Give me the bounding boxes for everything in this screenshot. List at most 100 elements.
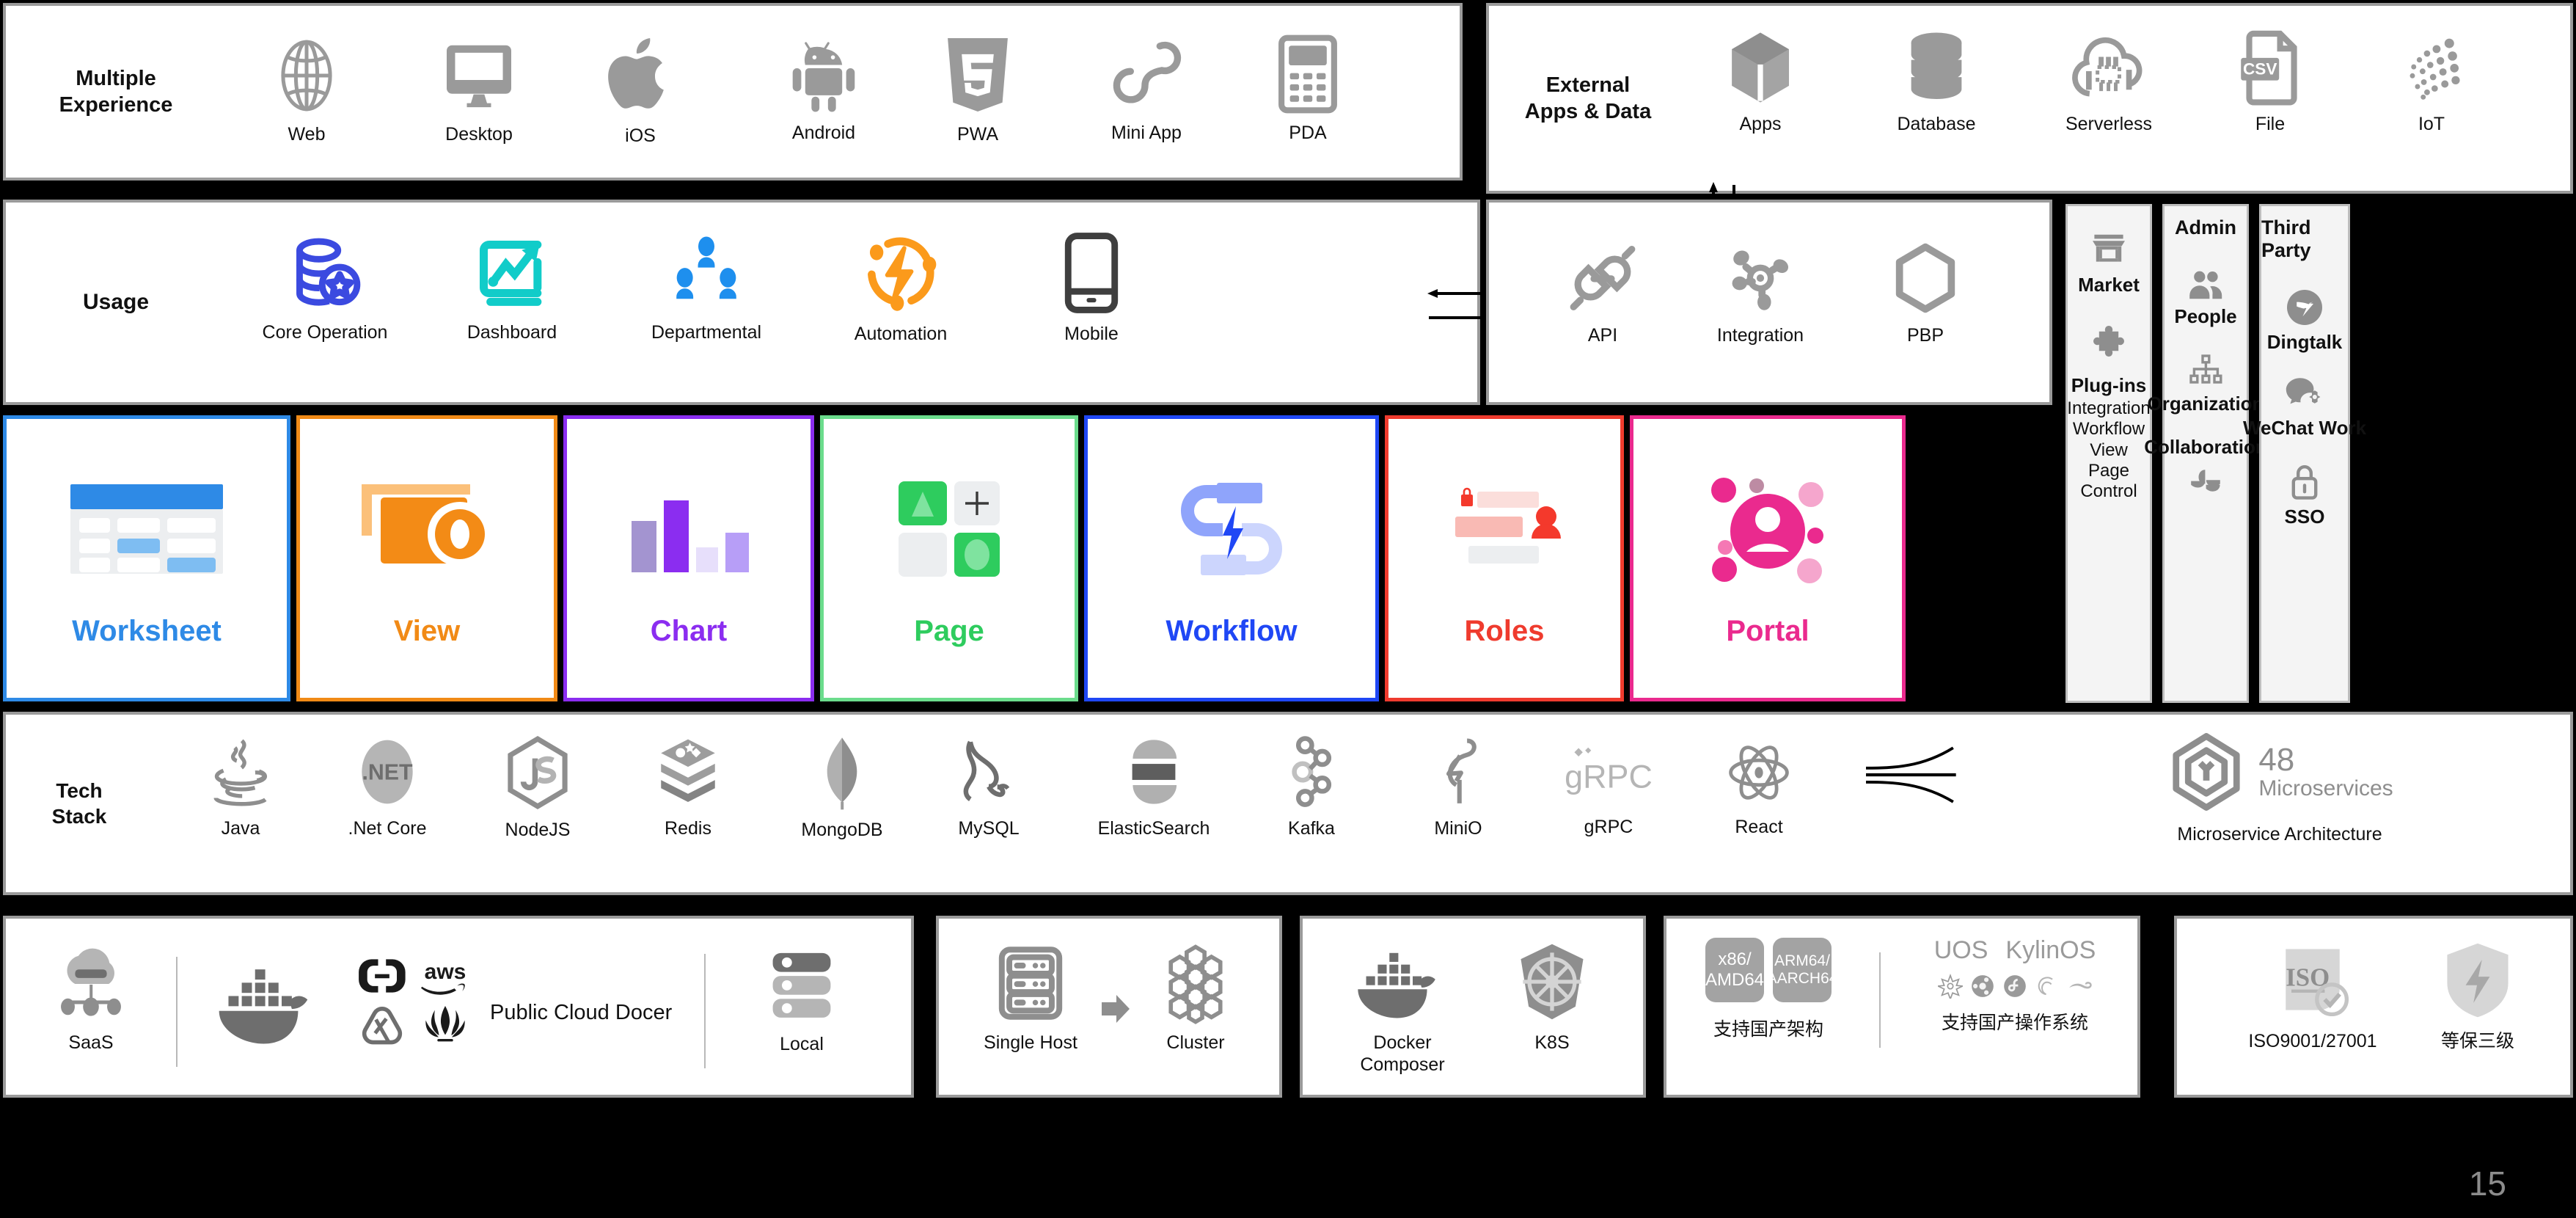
cell-web[interactable]: Web <box>248 35 365 145</box>
third-party-title: Third Party <box>2261 216 2311 261</box>
module-card-view[interactable]: View <box>296 415 557 701</box>
integration-node-icon <box>1721 239 1799 317</box>
mongodb-leaf-icon <box>813 734 871 812</box>
sso-label: SSO <box>2284 506 2325 528</box>
plugins-sub-workflow: Workflow <box>2072 419 2145 440</box>
sso-item[interactable]: SSO <box>2284 462 2325 528</box>
pda-device-icon <box>1276 34 1340 114</box>
cell-database[interactable]: Database <box>1870 29 2002 135</box>
svg-text:gRPC: gRPC <box>1565 757 1653 795</box>
os-names: UOS KylinOS <box>1934 936 2096 965</box>
cell-react[interactable]: React <box>1700 737 1818 838</box>
cell-label: MiniO <box>1434 818 1482 839</box>
cell-ios[interactable]: iOS <box>585 31 695 147</box>
admin-people-item[interactable]: People <box>2174 269 2237 328</box>
admin-collaboration-item[interactable]: Collaboration <box>2144 436 2267 503</box>
cell-departmental[interactable]: Departmental <box>622 232 791 343</box>
mobile-phone-icon <box>1061 230 1122 316</box>
cell-local[interactable]: Local <box>739 944 864 1055</box>
cell-elasticsearch[interactable]: ElasticSearch <box>1073 734 1234 839</box>
docker-whale-icon <box>211 954 329 1051</box>
cell-label: API <box>1587 325 1618 346</box>
module-card-workflow[interactable]: Workflow <box>1084 415 1379 701</box>
cell-apps[interactable]: Apps <box>1702 29 1819 135</box>
cell-architecture[interactable]: x86/ AMD64 ARM64/ AARCH64 支持国产架构 <box>1684 938 1853 1040</box>
server-stack-icon <box>992 942 1069 1024</box>
certifications-panel: ISO ISO9001/27001 等保三级 <box>2174 916 2573 1098</box>
cell-cluster[interactable]: Cluster <box>1137 942 1254 1054</box>
module-card-worksheet[interactable]: Worksheet <box>3 415 290 701</box>
svg-text:CSV: CSV <box>2243 59 2277 78</box>
module-label: Chart <box>650 614 728 647</box>
dingtalk-label: Dingtalk <box>2266 331 2343 353</box>
plugins-label: Plug-ins <box>2071 374 2147 396</box>
cell-iot[interactable]: IoT <box>2376 29 2487 135</box>
module-card-page[interactable]: Page <box>820 415 1078 701</box>
plugins-sub-page: Page <box>2087 460 2130 481</box>
admin-people-label: People <box>2174 305 2237 327</box>
kubernetes-helm-icon <box>1510 939 1595 1024</box>
cell-label: Apps <box>1739 114 1782 134</box>
cell-core-operation[interactable]: Core Operation <box>241 232 409 343</box>
cell-automation[interactable]: Automation <box>820 230 981 345</box>
cell-integration[interactable]: Integration <box>1680 239 1841 346</box>
module-label: Workflow <box>1166 614 1298 647</box>
plugins-sub-view: View <box>2090 440 2128 460</box>
api-plug-icon <box>1564 239 1642 317</box>
cell-docker-composer[interactable]: Docker Composer <box>1329 939 1476 1076</box>
puzzle-piece-icon <box>2090 326 2128 364</box>
cell-k8s[interactable]: K8S <box>1486 939 1618 1054</box>
cell-microservice-architecture[interactable]: 48 Microservices Microservice Architectu… <box>2133 731 2426 845</box>
cell-file[interactable]: CSV File <box>2215 29 2325 135</box>
cell-os-support[interactable]: UOS KylinOS 支持国产操作系统 <box>1901 936 2129 1034</box>
cell-dotnet-core[interactable]: .NET .Net Core <box>321 734 453 839</box>
cell-mongodb[interactable]: MongoDB <box>776 734 908 841</box>
java-cup-icon <box>205 734 276 810</box>
cell-label: Serverless <box>2065 114 2153 134</box>
pinwheel-icon <box>2187 466 2224 503</box>
plugins-sublist: Integration Workflow View Page Control <box>2067 398 2150 503</box>
wechat-work-item[interactable]: WeChat Work <box>2243 376 2366 440</box>
cell-label: Android <box>791 123 856 143</box>
cell-dashboard[interactable]: Dashboard <box>439 232 585 343</box>
scale-arrow-icon <box>1102 995 1130 1023</box>
cell-iso-cert[interactable]: ISO ISO9001/27001 <box>2221 938 2404 1052</box>
cell-nginx[interactable] <box>1847 741 1986 816</box>
multiple-experience-label: Multiple Experience <box>59 66 173 117</box>
apple-icon <box>600 31 681 117</box>
external-apps-data-label: External Apps & Data <box>1524 73 1652 123</box>
module-card-portal[interactable]: Portal <box>1630 415 1906 701</box>
plugins-item[interactable]: Plug-ins <box>2071 326 2147 397</box>
cell-saas[interactable]: SaaS <box>32 944 150 1054</box>
cell-pwa[interactable]: PWA <box>923 34 1033 145</box>
cell-pbp[interactable]: PBP <box>1870 239 1980 346</box>
dingtalk-item[interactable]: Dingtalk <box>2266 288 2343 354</box>
cell-java[interactable]: Java <box>182 734 299 839</box>
cell-label: Single Host <box>984 1032 1077 1053</box>
cell-minio[interactable]: MiniO <box>1399 734 1517 839</box>
module-card-chart[interactable]: Chart <box>563 415 814 701</box>
cell-serverless[interactable]: Serverless <box>2039 29 2178 135</box>
cell-android[interactable]: Android <box>754 35 893 144</box>
cell-mysql[interactable]: MySQL <box>930 734 1047 839</box>
cell-kafka[interactable]: Kafka <box>1253 734 1370 839</box>
cell-redis[interactable]: Redis <box>629 734 747 839</box>
cell-security-level-cert[interactable]: 等保三级 <box>2412 938 2544 1052</box>
admin-panel: Admin People Organization Collaboration <box>2144 204 2267 703</box>
cell-label: Mobile <box>1064 324 1119 344</box>
cell-mobile[interactable]: Mobile <box>1033 230 1150 345</box>
cell-api[interactable]: API <box>1548 239 1658 346</box>
plugins-sub-integration: Integration <box>2067 398 2151 418</box>
cell-nodejs[interactable]: NodeJS <box>475 734 600 841</box>
module-label: View <box>393 614 461 647</box>
cell-pda[interactable]: PDA <box>1253 34 1363 144</box>
cell-single-host[interactable]: Single Host <box>961 942 1100 1054</box>
market-item[interactable]: Market <box>2078 233 2140 296</box>
cell-mini-app[interactable]: Mini App <box>1077 32 1216 144</box>
cell-grpc[interactable]: gRPC gRPC <box>1543 737 1675 838</box>
docker-whale-icon <box>1351 939 1454 1024</box>
microservice-hex-icon: 48 Microservices <box>2166 731 2393 813</box>
module-card-roles[interactable]: Roles <box>1385 415 1624 701</box>
cell-label: MySQL <box>958 818 1020 839</box>
cell-desktop[interactable]: Desktop <box>409 35 549 145</box>
